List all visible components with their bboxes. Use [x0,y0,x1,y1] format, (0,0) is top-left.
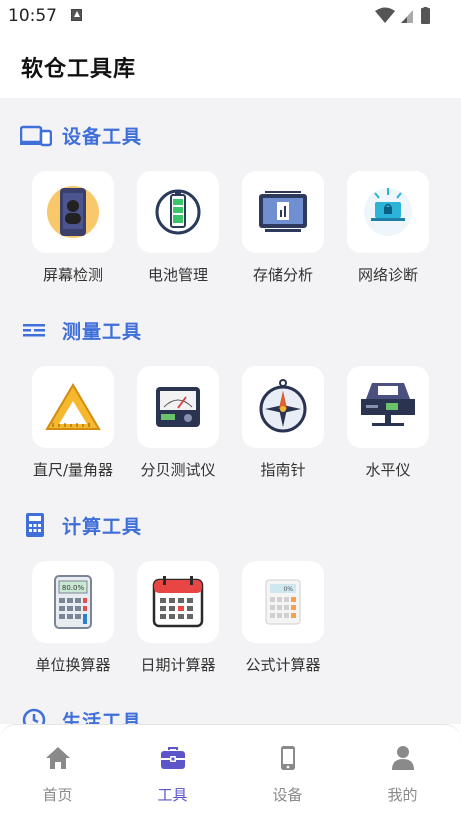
tool-network[interactable]: 网络诊断 [336,171,440,291]
network-laptop-icon [364,188,412,236]
calculator-section-icon [26,513,44,537]
formula-calculator-icon: 0% [265,579,301,625]
decibel-meter-icon [156,387,200,427]
tool-label: 日期计算器 [140,656,216,674]
compass-icon [259,379,307,433]
svg-text:0%: 0% [283,586,293,593]
home-icon [46,747,70,769]
tool-label: 存储分析 [252,266,313,284]
storage-chip-icon [259,191,307,232]
calendar-icon [152,576,204,628]
battery-icon [155,189,201,235]
phone-screen-icon [47,186,99,238]
tool-label: 分贝测试仪 [140,461,216,479]
battery-status-icon [421,8,430,24]
person-icon [392,746,414,770]
tool-label: 直尺/量角器 [32,461,114,479]
tool-storage[interactable]: 存储分析 [231,171,335,291]
nav-label: 我的 [387,786,418,804]
phone-icon [281,746,295,770]
tool-label: 水平仪 [365,461,411,479]
tool-formula-calculator[interactable]: 0% 公式计算器 [231,561,335,681]
tool-battery[interactable]: 电池管理 [126,171,230,291]
toolbox-icon [161,747,185,769]
tool-date-calculator[interactable]: 日期计算器 [126,561,230,681]
tool-label: 指南针 [260,461,306,479]
tool-tile[interactable] [137,366,219,448]
tool-ruler[interactable]: 直尺/量角器 [21,366,125,486]
page-title: 软仓工具库 [21,57,137,82]
devices-icon [20,125,52,147]
nav-device[interactable]: 设备 [230,725,345,819]
bottom-nav: 首页 工具 设备 我的 [0,724,461,819]
tool-label: 网络诊断 [357,266,418,284]
nav-tools[interactable]: 工具 [115,725,230,819]
tool-tile[interactable] [347,171,429,253]
tool-tile[interactable] [347,366,429,448]
nav-label: 首页 [42,786,73,804]
tool-tile[interactable] [32,366,114,448]
section-title: 生活工具 [62,711,143,724]
tool-tile[interactable] [137,171,219,253]
app-bar: 软仓工具库 [0,32,461,98]
tool-tile[interactable] [242,366,324,448]
tool-label: 屏幕检测 [42,266,103,284]
section-title: 测量工具 [62,321,143,343]
status-icons [375,7,430,24]
tool-tile[interactable] [32,171,114,253]
section-calc-tools: 计算工具 [0,510,461,540]
tool-label: 公式计算器 [245,656,321,674]
tool-tile[interactable] [137,561,219,643]
tools-content[interactable]: 设备工具 屏幕检测 电池管理 存储分析 网络诊断 测量工具 直尺/量角器 分贝测… [0,98,461,724]
nav-label: 工具 [157,786,188,804]
section-measure-tools: 测量工具 [0,315,461,345]
section-device-tools: 设备工具 [0,120,461,150]
section-life-tools: 生活工具 [0,705,461,724]
section-title: 计算工具 [62,516,143,538]
wifi-icon [375,7,395,23]
tool-label: 电池管理 [147,266,208,284]
tool-unit-converter[interactable]: 80.0% 单位换算器 [21,561,125,681]
nav-profile[interactable]: 我的 [345,725,460,819]
nav-label: 设备 [272,786,303,804]
tool-tile[interactable] [242,171,324,253]
clock-icon [22,708,46,724]
section-title: 设备工具 [62,126,143,148]
calculator-icon: 80.0% [54,575,92,629]
svg-text:80.0%: 80.0% [62,584,85,592]
tool-compass[interactable]: 指南针 [231,366,335,486]
tool-decibel[interactable]: 分贝测试仪 [126,366,230,486]
tool-level[interactable]: 水平仪 [336,366,440,486]
tool-screen-test[interactable]: 屏幕检测 [21,171,125,291]
notification-icon [71,9,82,21]
ruler-triangle-icon [45,383,101,430]
ruler-lines-icon [23,324,45,337]
tool-tile[interactable]: 80.0% [32,561,114,643]
status-bar: 10:57 [0,0,461,32]
level-icon [361,383,415,426]
nav-home[interactable]: 首页 [0,725,115,819]
tool-tile[interactable]: 0% [242,561,324,643]
status-time: 10:57 [8,6,57,26]
tool-label: 单位换算器 [35,656,111,674]
